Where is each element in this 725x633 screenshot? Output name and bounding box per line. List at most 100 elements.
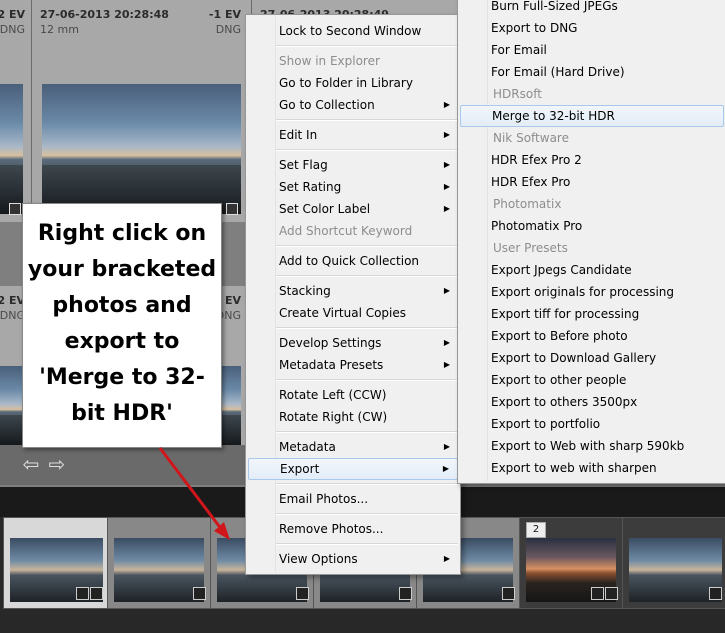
edit-badge-icon [193,587,206,600]
submenu-arrow-icon: ▶ [443,130,450,139]
instruction-callout: Right click on your bracketed photos and… [22,203,222,448]
filmstrip-thumb[interactable]: 2 [519,517,623,609]
submenu-item-export-to-download-gallery[interactable]: Export to Download Gallery [460,347,724,369]
menu-item-label: Export [280,462,320,476]
submenu-item-hdr-efex-pro-2[interactable]: HDR Efex Pro 2 [460,149,724,171]
next-arrow-icon[interactable]: ⇨ [46,453,68,475]
photo-thumbnail[interactable] [0,84,23,214]
submenu-arrow-icon: ▶ [443,100,450,109]
submenu-arrow-icon: ▶ [442,464,449,473]
submenu-item-burn-full-sized-jpegs[interactable]: Burn Full-Sized JPEGs [460,0,724,17]
menu-item-export[interactable]: Export ▶ [248,458,458,480]
filmstrip-photo[interactable] [114,538,204,602]
filmstrip-thumb[interactable] [107,517,211,609]
context-menu: Lock to Second Window Show in Explorer Go … [245,14,461,575]
edit-badge-icon [605,587,618,600]
menu-item-metadata[interactable]: Metadata ▶ [248,436,458,458]
menu-item-label: Add Shortcut Keyword [279,224,413,238]
submenu-item-export-to-web-with-sharp-590kb[interactable]: Export to Web with sharp 590kb [460,435,724,457]
menu-separator [276,149,458,151]
menu-separator [276,327,458,329]
menu-item-remove-photos[interactable]: Remove Photos... [248,518,458,540]
grid-cell[interactable]: -2 EV DNG [0,0,32,222]
submenu-item-export-tiff-for-processing[interactable]: Export tiff for processing [460,303,724,325]
menu-separator [276,543,458,545]
filmstrip-thumb[interactable] [622,517,725,609]
menu-item-email-photos[interactable]: Email Photos... [248,488,458,510]
submenu-item-export-to-dng[interactable]: Export to DNG [460,17,724,39]
submenu-arrow-icon: ▶ [443,360,450,369]
menu-item-label: Remove Photos... [279,522,384,536]
menu-item-label: View Options [279,552,358,566]
menu-separator [276,483,458,485]
menu-item-label: Stacking [279,284,331,298]
menu-item-label: Set Flag [279,158,328,172]
menu-item-add-to-quick-collection[interactable]: Add to Quick Collection [248,250,458,272]
menu-item-view-options[interactable]: View Options ▶ [248,548,458,570]
menu-item-metadata-presets[interactable]: Metadata Presets ▶ [248,354,458,376]
submenu-arrow-icon: ▶ [443,338,450,347]
menu-item-label: Create Virtual Copies [279,306,407,320]
menu-separator [276,275,458,277]
submenu-arrow-icon: ▶ [443,286,450,295]
submenu-item-export-to-web-with-sharpen[interactable]: Export to web with sharpen [460,457,724,479]
menu-item-label: Set Color Label [279,202,371,216]
menu-item-set-rating[interactable]: Set Rating ▶ [248,176,458,198]
menu-separator [276,379,458,381]
menu-item-go-to-folder-in-library[interactable]: Go to Folder in Library [248,72,458,94]
submenu-item-merge-to-32-bit-hdr[interactable]: Merge to 32-bit HDR [460,105,724,127]
stack-count-badge[interactable]: 2 [526,522,546,538]
submenu-group-header: Nik Software [493,131,569,145]
submenu-item-for-email-hard-drive[interactable]: For Email (Hard Drive) [460,61,724,83]
menu-item-stacking[interactable]: Stacking ▶ [248,280,458,302]
previous-arrow-icon[interactable]: ⇦ [20,453,42,475]
menu-item-rotate-left-ccw[interactable]: Rotate Left (CCW) [248,384,458,406]
cell-format: DNG [0,23,25,36]
submenu-item-export-to-other-people[interactable]: Export to other people [460,369,724,391]
edit-badge-icon [709,587,722,600]
edit-badge-icon [296,587,309,600]
photo-thumbnail[interactable] [42,84,241,214]
menu-separator [276,513,458,515]
menu-item-set-flag[interactable]: Set Flag ▶ [248,154,458,176]
menu-item-label: Show in Explorer [279,54,380,68]
submenu-group-header: User Presets [493,241,568,255]
menu-item-create-virtual-copies[interactable]: Create Virtual Copies [248,302,458,324]
filmstrip-thumb[interactable] [3,517,108,609]
menu-item-rotate-right-cw[interactable]: Rotate Right (CW) [248,406,458,428]
menu-item-label: Go to Folder in Library [279,76,413,90]
menu-item-label: Metadata [279,440,336,454]
submenu-item-export-to-others-3500px[interactable]: Export to others 3500px [460,391,724,413]
menu-item-label: Rotate Left (CCW) [279,388,387,402]
menu-item-go-to-collection[interactable]: Go to Collection ▶ [248,94,458,116]
menu-item-lock-to-second-window[interactable]: Lock to Second Window [248,20,458,42]
photo-thumbnail[interactable] [0,366,23,445]
submenu-item-hdr-efex-pro[interactable]: HDR Efex Pro [460,171,724,193]
export-submenu: Burn Full-Sized JPEGs Export to DNG For Em… [457,0,725,484]
menu-item-label: Edit In [279,128,318,142]
menu-item-set-color-label[interactable]: Set Color Label ▶ [248,198,458,220]
edit-badge-icon [90,587,103,600]
grid-toolbar: ⇦ ⇨ [0,445,245,485]
menu-item-edit-in[interactable]: Edit In ▶ [248,124,458,146]
submenu-item-export-jpegs-candidate[interactable]: Export Jpegs Candidate [460,259,724,281]
submenu-item-export-originals-for-processing[interactable]: Export originals for processing [460,281,724,303]
cell-header: -2 EV DNG [0,0,31,40]
submenu-arrow-icon: ▶ [443,204,450,213]
menu-item-label: Lock to Second Window [279,24,422,38]
submenu-item-photomatix-pro[interactable]: Photomatix Pro [460,215,724,237]
grid-cell[interactable]: 27-06-2013 20:28:48 12 mm -1 EV DNG [32,0,252,222]
submenu-item-export-to-before-photo[interactable]: Export to Before photo [460,325,724,347]
menu-item-label: Rotate Right (CW) [279,410,388,424]
menu-separator [276,245,458,247]
menu-item-add-shortcut-keyword: Add Shortcut Keyword [248,220,458,242]
menu-separator [276,431,458,433]
submenu-item-for-email[interactable]: For Email [460,39,724,61]
cell-capture-date: 27-06-2013 20:28:48 [40,8,169,21]
menu-item-show-in-explorer: Show in Explorer [248,50,458,72]
photo-thumbnail[interactable] [222,366,241,445]
submenu-item-export-to-portfolio[interactable]: Export to portfolio [460,413,724,435]
menu-separator [276,45,458,47]
cell-header: 27-06-2013 20:28:48 12 mm -1 EV DNG [32,0,251,40]
menu-item-develop-settings[interactable]: Develop Settings ▶ [248,332,458,354]
